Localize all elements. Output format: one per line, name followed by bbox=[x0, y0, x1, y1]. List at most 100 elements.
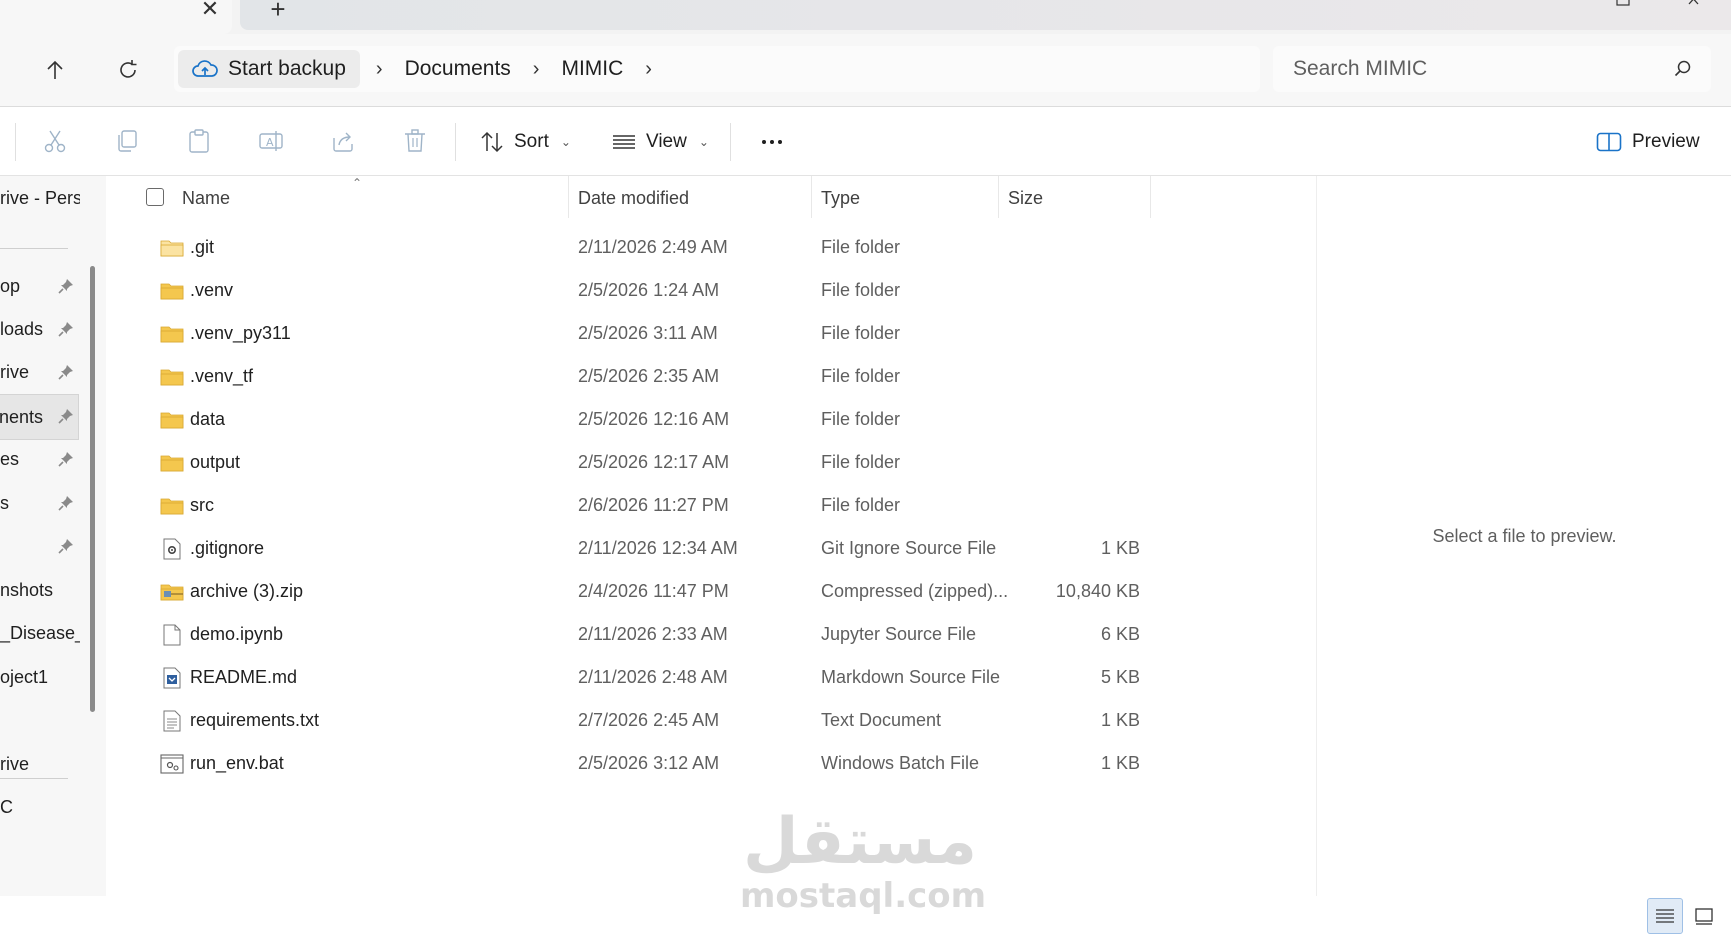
column-divider[interactable] bbox=[1150, 176, 1151, 218]
sidebar-item[interactable]: C bbox=[0, 785, 80, 829]
file-date-modified: 2/11/2026 2:33 AM bbox=[578, 624, 728, 644]
refresh-button[interactable] bbox=[108, 52, 148, 88]
column-header-type[interactable]: Type bbox=[811, 176, 998, 220]
file-type: File folder bbox=[821, 280, 901, 300]
file-type: File folder bbox=[821, 237, 901, 257]
file-type: File folder bbox=[821, 366, 901, 386]
preview-pane-button[interactable]: Preview bbox=[1596, 123, 1700, 161]
large-icons-view-button[interactable] bbox=[1686, 898, 1722, 934]
address-bar-row: Start backup › Documents › MIMIC › bbox=[0, 34, 1731, 107]
cut-button[interactable] bbox=[41, 127, 69, 155]
sidebar-item-label: rive bbox=[0, 361, 30, 382]
sidebar-item[interactable]: _Disease_A bbox=[0, 611, 80, 655]
breadcrumb-documents[interactable]: Documents bbox=[405, 57, 511, 81]
folder-icon bbox=[160, 366, 184, 388]
chevron-right-icon[interactable]: › bbox=[533, 58, 540, 81]
breadcrumb-mimic[interactable]: MIMIC bbox=[561, 57, 623, 81]
details-view-button[interactable] bbox=[1647, 898, 1683, 934]
sort-button[interactable]: Sort ⌄ bbox=[480, 123, 571, 161]
file-row[interactable]: demo.ipynb 2/11/2026 2:33 AM Jupyter Sourc… bbox=[108, 613, 1148, 656]
view-button[interactable]: View ⌄ bbox=[612, 123, 709, 161]
sidebar-item[interactable]: rive - Perso bbox=[0, 176, 80, 220]
markdown-file-icon bbox=[160, 667, 184, 689]
sidebar-scrollbar[interactable] bbox=[90, 266, 95, 712]
column-header-size[interactable]: Size bbox=[998, 176, 1140, 220]
delete-button[interactable] bbox=[401, 127, 429, 155]
file-name: .venv_tf bbox=[190, 366, 254, 386]
file-name: .venv bbox=[190, 280, 234, 300]
file-row[interactable]: .venv_py311 2/5/2026 3:11 AM File folder bbox=[108, 312, 1148, 355]
close-tab-icon[interactable]: ✕ bbox=[196, 0, 224, 22]
file-type: File folder bbox=[821, 495, 901, 515]
maximize-icon[interactable] bbox=[1614, 0, 1634, 8]
breadcrumb[interactable]: Start backup › Documents › MIMIC › bbox=[174, 46, 1260, 92]
pin-icon[interactable] bbox=[58, 321, 74, 337]
file-row[interactable]: .venv 2/5/2026 1:24 AM File folder bbox=[108, 269, 1148, 312]
pin-icon[interactable] bbox=[58, 538, 74, 554]
file-row[interactable]: output 2/5/2026 12:17 AM File folder bbox=[108, 441, 1148, 484]
file-type: Windows Batch File bbox=[821, 753, 980, 773]
file-type: File folder bbox=[821, 323, 901, 343]
settings-file-icon bbox=[160, 538, 184, 560]
sidebar-item[interactable]: oject1 bbox=[0, 655, 80, 699]
column-headers: ⌃ Name Date modified Type Size bbox=[108, 176, 1316, 220]
preview-pane: Select a file to preview. bbox=[1316, 176, 1731, 896]
scissors-icon bbox=[44, 130, 66, 153]
file-name: demo.ipynb bbox=[190, 624, 284, 644]
copy-button[interactable] bbox=[113, 127, 141, 155]
file-date-modified: 2/4/2026 11:47 PM bbox=[578, 581, 729, 601]
toolbar-divider bbox=[730, 123, 731, 161]
share-button[interactable] bbox=[329, 127, 357, 155]
pin-icon[interactable] bbox=[58, 364, 74, 380]
pin-icon[interactable] bbox=[58, 495, 74, 511]
select-all-checkbox[interactable] bbox=[146, 188, 164, 206]
column-header-date[interactable]: Date modified bbox=[568, 176, 811, 220]
chevron-right-icon[interactable]: › bbox=[376, 58, 383, 81]
up-button[interactable] bbox=[35, 52, 75, 88]
file-list: ⌃ Name Date modified Type Size .git 2/11/… bbox=[108, 176, 1316, 896]
paste-button[interactable] bbox=[185, 127, 213, 155]
sidebar-item-label: op bbox=[0, 275, 21, 296]
window-close-icon[interactable] bbox=[1686, 0, 1706, 8]
file-date-modified: 2/11/2026 2:49 AM bbox=[578, 237, 728, 257]
search-input[interactable] bbox=[1293, 46, 1653, 92]
file-row[interactable]: .gitignore 2/11/2026 12:34 AM Git Ignore S… bbox=[108, 527, 1148, 570]
pin-icon[interactable] bbox=[58, 278, 74, 294]
preview-empty-message: Select a file to preview. bbox=[1432, 526, 1617, 546]
file-name: .venv_py311 bbox=[190, 323, 291, 343]
folder-light-icon bbox=[160, 237, 184, 259]
file-row[interactable]: requirements.txt 2/7/2026 2:45 AM Text Doc… bbox=[108, 699, 1148, 742]
sidebar-item-label: rive - Perso bbox=[0, 187, 80, 208]
preview-pane-icon bbox=[1596, 132, 1622, 152]
file-size: 6 KB bbox=[1100, 624, 1140, 644]
search-icon[interactable] bbox=[1673, 59, 1693, 79]
file-row[interactable]: data 2/5/2026 12:16 AM File folder bbox=[108, 398, 1148, 441]
sidebar-item[interactable]: nshots bbox=[0, 568, 80, 612]
pin-icon[interactable] bbox=[58, 451, 74, 467]
toolbar-divider bbox=[455, 123, 456, 161]
file-size: 1 KB bbox=[1100, 710, 1140, 730]
more-options-button[interactable] bbox=[752, 123, 792, 161]
chevron-right-icon[interactable]: › bbox=[645, 58, 652, 81]
file-row[interactable]: .git 2/11/2026 2:49 AM File folder bbox=[108, 226, 1148, 269]
file-row[interactable]: run_env.bat 2/5/2026 3:12 AM Windows Batch… bbox=[108, 742, 1148, 785]
folder-icon bbox=[160, 280, 184, 302]
file-date-modified: 2/5/2026 3:12 AM bbox=[578, 753, 720, 773]
zip-folder-icon bbox=[160, 581, 184, 603]
tab-strip-background bbox=[240, 0, 1731, 30]
rename-button[interactable]: A bbox=[257, 127, 285, 155]
file-row[interactable]: archive (3).zip 2/4/2026 11:47 PM Compress… bbox=[108, 570, 1148, 613]
folder-icon bbox=[160, 495, 184, 517]
start-backup-button[interactable]: Start backup bbox=[178, 50, 360, 88]
file-date-modified: 2/5/2026 2:35 AM bbox=[578, 366, 720, 386]
sidebar-item[interactable]: rive bbox=[0, 742, 80, 786]
file-name: run_env.bat bbox=[190, 753, 284, 773]
file-name: .git bbox=[190, 237, 215, 257]
file-row[interactable]: README.md 2/11/2026 2:48 AM Markdown Sourc… bbox=[108, 656, 1148, 699]
file-row[interactable]: .venv_tf 2/5/2026 2:35 AM File folder bbox=[108, 355, 1148, 398]
pin-icon[interactable] bbox=[58, 408, 74, 424]
search-box[interactable] bbox=[1273, 46, 1711, 92]
new-tab-icon[interactable]: + bbox=[264, 0, 292, 22]
column-header-name[interactable]: Name bbox=[172, 176, 568, 220]
file-row[interactable]: src 2/6/2026 11:27 PM File folder bbox=[108, 484, 1148, 527]
